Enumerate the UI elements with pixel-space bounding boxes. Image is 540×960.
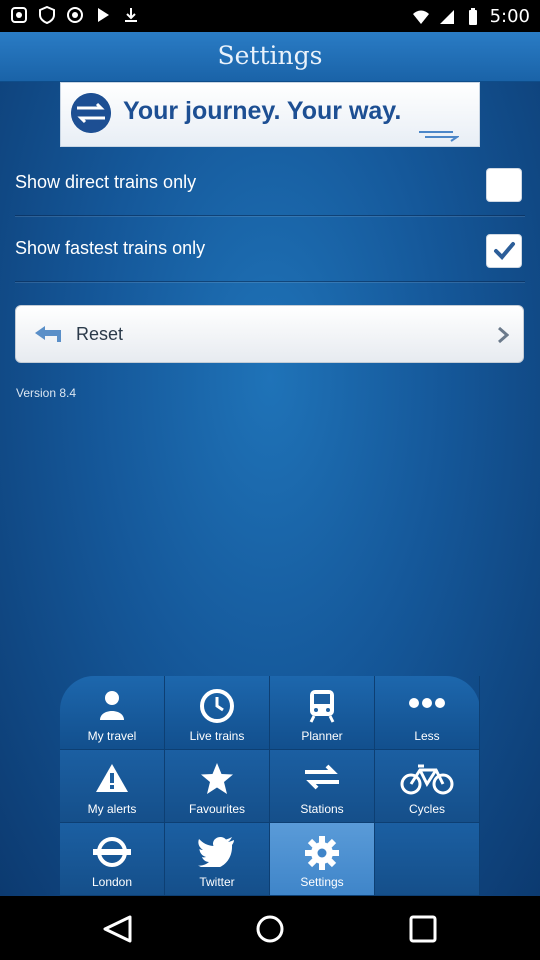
shield-icon <box>39 6 55 24</box>
national-rail-logo-icon <box>71 93 111 133</box>
tab-bar: My travel Live trains Planner Less My al… <box>60 676 480 896</box>
recents-icon[interactable] <box>405 914 441 944</box>
star-icon <box>201 763 233 794</box>
clock-time: 5:00 <box>489 6 530 27</box>
tab-label-cycles: Cycles <box>408 802 445 816</box>
signal-icon <box>439 9 454 24</box>
tab-stations[interactable]: Stations <box>270 750 375 823</box>
direct-trains-checkbox[interactable] <box>486 168 522 202</box>
checkmark-icon <box>494 242 515 260</box>
alert-icon <box>96 764 128 792</box>
notification-icon <box>11 7 27 23</box>
fastest-trains-checkbox[interactable] <box>486 234 522 268</box>
tab-label-stations: Stations <box>300 802 344 816</box>
tab-settings[interactable]: Settings <box>270 823 375 896</box>
stations-icon <box>305 764 339 790</box>
back-icon[interactable] <box>100 914 136 944</box>
tab-my-travel[interactable]: My travel <box>60 676 165 750</box>
bicycle-icon <box>400 764 454 795</box>
tab-label-planner: Planner <box>301 729 343 743</box>
setting-row-fastest-trains: Show fastest trains only <box>15 216 525 282</box>
tab-label-live-trains: Live trains <box>189 729 245 743</box>
tab-label-twitter: Twitter <box>199 875 235 889</box>
train-icon <box>309 690 335 723</box>
gear-icon <box>305 836 339 870</box>
more-dots-icon <box>409 698 445 708</box>
twitter-icon <box>198 837 234 867</box>
tab-label-my-travel: My travel <box>87 729 137 743</box>
tab-label-favourites: Favourites <box>188 802 246 816</box>
swoosh-icon <box>419 131 459 142</box>
tab-london[interactable]: London <box>60 823 165 896</box>
tab-less[interactable]: Less <box>375 676 480 750</box>
london-icon <box>93 837 131 867</box>
tab-my-alerts[interactable]: My alerts <box>60 750 165 823</box>
fastest-trains-label: Show fastest trains only <box>15 238 206 258</box>
banner-text: Your journey. Your way. <box>123 97 402 125</box>
ad-banner[interactable]: Your journey. Your way. <box>60 82 480 147</box>
tab-label-london: London <box>91 875 133 889</box>
system-nav-bar <box>0 896 540 960</box>
status-bar: 5:00 <box>0 0 540 32</box>
wifi-icon <box>412 10 429 24</box>
chevron-right-icon <box>498 326 509 344</box>
setting-row-direct-trains: Show direct trains only <box>15 150 525 216</box>
tab-empty-slot <box>375 823 480 896</box>
tab-favourites[interactable]: Favourites <box>165 750 270 823</box>
page-title: Settings <box>217 41 323 70</box>
title-bar: Settings <box>0 32 540 82</box>
tab-label-less: Less <box>414 729 440 743</box>
settings-screen: Settings Your journey. Your way. Show di… <box>0 32 540 896</box>
chrome-icon <box>67 7 83 23</box>
person-icon <box>100 691 124 720</box>
battery-icon <box>468 7 477 25</box>
reset-label: Reset <box>76 324 124 344</box>
version-text: Version 8.4 <box>16 386 77 400</box>
tab-twitter[interactable]: Twitter <box>165 823 270 896</box>
direct-trains-label: Show direct trains only <box>15 172 197 192</box>
clock-icon <box>200 689 234 723</box>
home-icon[interactable] <box>252 914 288 944</box>
tab-live-trains[interactable]: Live trains <box>165 676 270 750</box>
tab-label-my-alerts: My alerts <box>87 802 137 816</box>
tab-planner[interactable]: Planner <box>270 676 375 750</box>
download-icon <box>125 8 137 22</box>
undo-arrow-icon <box>35 326 61 342</box>
tab-cycles[interactable]: Cycles <box>375 750 480 823</box>
play-store-icon <box>98 8 109 22</box>
tab-label-settings: Settings <box>300 875 344 889</box>
reset-button[interactable]: Reset <box>15 305 524 363</box>
